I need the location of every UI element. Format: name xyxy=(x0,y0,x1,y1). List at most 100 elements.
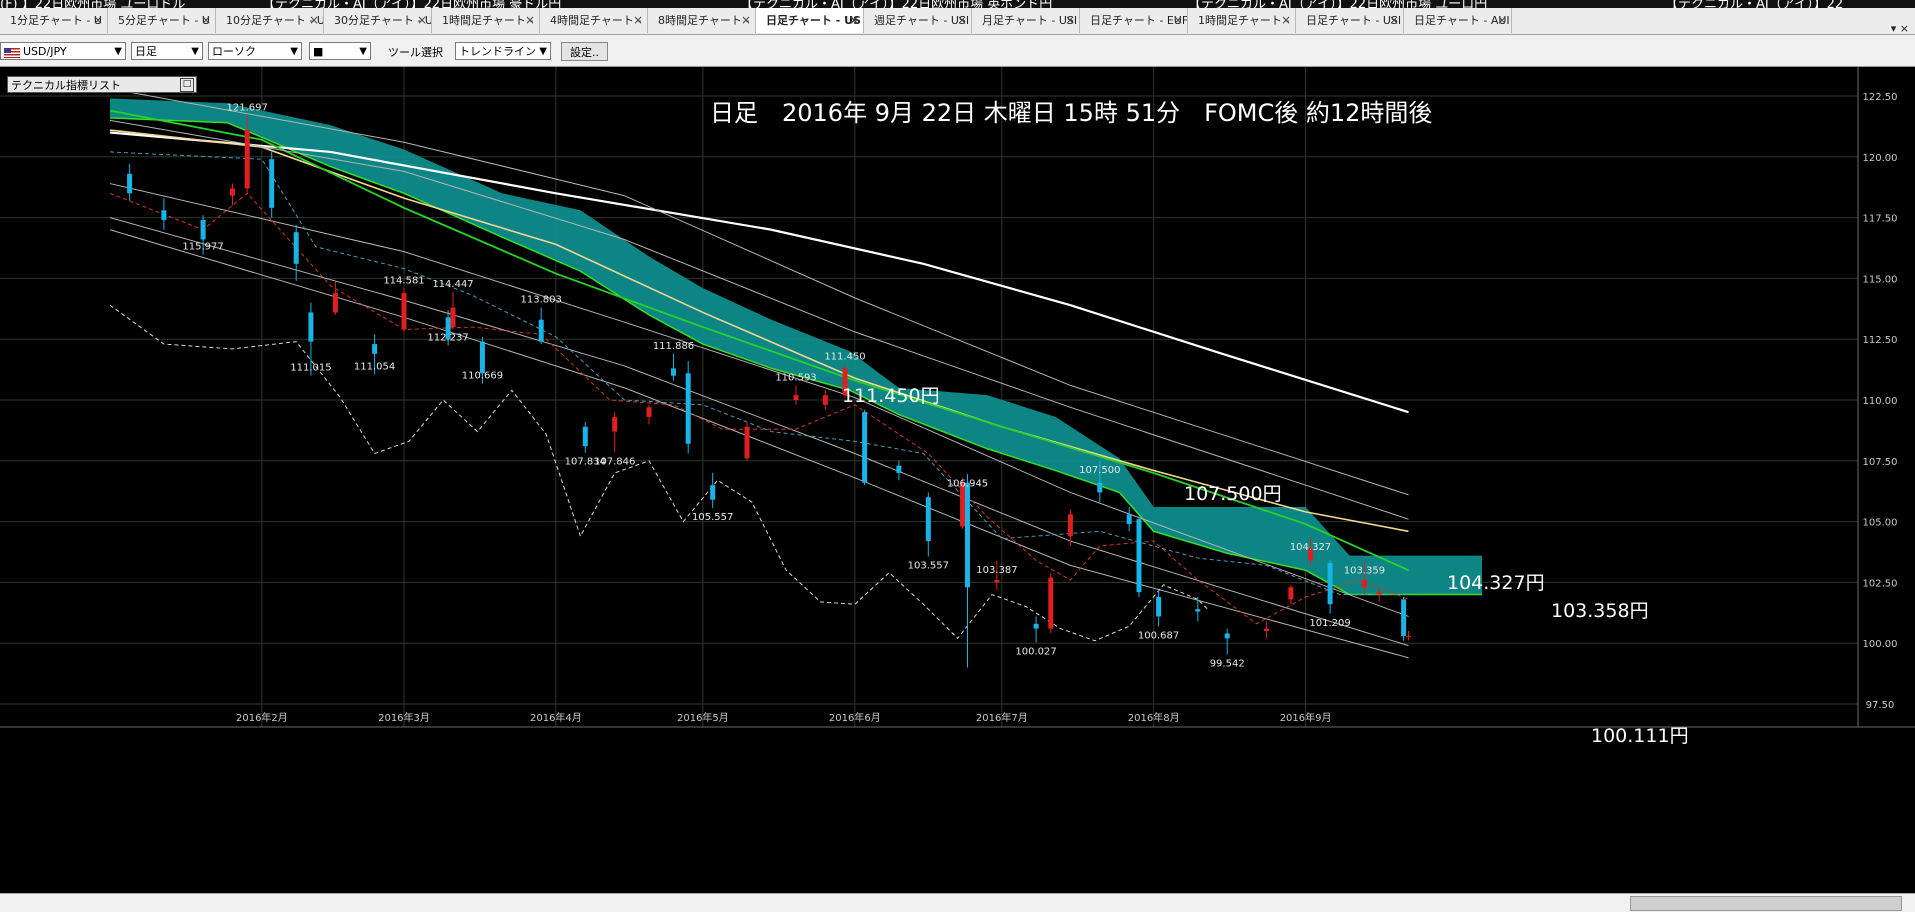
chart-type-select[interactable]: ローソク ▼ xyxy=(208,42,302,60)
price-label: 112.237 xyxy=(427,333,468,344)
horizontal-scrollbar[interactable] xyxy=(0,893,1915,912)
tab-close-icon[interactable]: × xyxy=(309,8,319,33)
tab-close-icon[interactable]: × xyxy=(201,8,211,33)
candle-body xyxy=(538,319,544,342)
candle-body xyxy=(1156,596,1162,617)
tab-label: 4時間足チャート - xyxy=(550,14,642,27)
tab-weekly[interactable]: 週足チャート - USI × xyxy=(864,8,972,33)
tab-close-icon[interactable]: × xyxy=(1173,8,1183,33)
x-tick-label: 2016年9月 xyxy=(1280,711,1332,724)
price-label: 113.803 xyxy=(521,295,562,306)
indicator-list-title: テクニカル指標リスト xyxy=(11,79,121,92)
tab-label: 1時間足チャート - xyxy=(442,14,534,27)
tab-close-icon[interactable]: × xyxy=(849,8,859,33)
tab-label: 日足チャート - USI xyxy=(1306,14,1402,27)
candle-body xyxy=(479,341,485,374)
candle-body xyxy=(1401,599,1407,636)
candle-body xyxy=(1195,609,1201,612)
x-tick-label: 2016年2月 xyxy=(236,711,288,724)
tab-label: 1時間足チャート - xyxy=(1198,14,1290,27)
price-annotation-111450: 111.450円 xyxy=(842,385,940,407)
scrollbar-thumb[interactable] xyxy=(1630,896,1902,911)
candle-body xyxy=(1097,482,1103,493)
tab-1hour-2[interactable]: 1時間足チャート - × xyxy=(1188,8,1296,33)
candle-body xyxy=(293,232,299,264)
tab-1min[interactable]: 1分足チャート - U × xyxy=(0,8,108,33)
y-tick-label: 120.00 xyxy=(1863,153,1898,164)
tab-close-icon[interactable]: × xyxy=(1065,8,1075,33)
candle-body xyxy=(1327,562,1333,605)
tab-30min[interactable]: 30分足チャート - U × xyxy=(324,8,432,33)
price-label: 100.687 xyxy=(1138,630,1179,641)
tab-close-icon[interactable]: × xyxy=(633,8,643,33)
tab-close-icon[interactable]: × xyxy=(1389,8,1399,33)
tab-close-icon[interactable]: × xyxy=(93,8,103,33)
price-annotation-107500: 107.500円 xyxy=(1184,483,1282,505)
us-flag-icon xyxy=(4,48,20,58)
indicator-list-panel[interactable]: テクニカル指標リスト □ xyxy=(7,76,197,93)
price-label: 121.697 xyxy=(227,103,268,114)
candle-body xyxy=(230,188,235,196)
ticker-item[interactable]: 【テクニカル・AI（アイ）】22日欧州市場 ユーロ円 xyxy=(1188,0,1487,8)
ichimoku-cloud xyxy=(110,98,1482,595)
price-label: 106.945 xyxy=(947,478,988,489)
price-label: 103.359 xyxy=(1344,566,1385,577)
ticker-item[interactable]: 【テクニカル・AI（アイ）】22 xyxy=(1665,0,1843,8)
ticker-item[interactable]: (F) 】22日欧州市場 ユーロドル xyxy=(0,0,185,8)
tab-close-icon[interactable]: × xyxy=(1281,8,1291,33)
y-tick-label: 112.50 xyxy=(1863,335,1898,346)
candle-body xyxy=(127,173,133,194)
tab-close-icon[interactable]: × xyxy=(525,8,535,33)
candle-body xyxy=(332,292,338,313)
price-label: 103.387 xyxy=(976,565,1017,576)
candle-body xyxy=(1288,587,1294,600)
color-select[interactable]: ■ ▼ xyxy=(309,42,371,60)
tab-1hour[interactable]: 1時間足チャート - × xyxy=(432,8,540,33)
chart-type-value: ローソク xyxy=(212,45,256,58)
candle-body xyxy=(200,220,206,240)
x-tick-label: 2016年4月 xyxy=(530,711,582,724)
symbol-select[interactable]: USD/JPY ▼ xyxy=(0,42,126,60)
candle-body xyxy=(161,210,167,221)
tab-close-icon[interactable]: × xyxy=(741,8,751,33)
tab-daily-usd-2[interactable]: 日足チャート - USI × xyxy=(1296,8,1404,33)
candle-body xyxy=(1361,579,1367,588)
price-label: 114.581 xyxy=(383,276,424,287)
price-label: 115.977 xyxy=(182,242,223,253)
ticker-item[interactable]: 【テクニカル・AI（アイ）】22日欧州市場 英ポンド円 xyxy=(740,0,1052,8)
candlestick-chart[interactable]: 122.50 120.00 117.50 115.00 112.50 110.00 107.… xyxy=(0,67,1915,893)
price-label: 110.669 xyxy=(462,371,503,382)
tab-daily-eur[interactable]: 日足チャート - EUF × xyxy=(1080,8,1188,33)
candle-body xyxy=(965,482,970,588)
candle-body xyxy=(1224,633,1230,639)
price-label: 111.015 xyxy=(290,362,331,373)
candle-body xyxy=(244,130,250,189)
candle-body xyxy=(862,412,868,483)
tab-daily-usdjpy[interactable]: 日足チャート - US × xyxy=(756,8,864,33)
tab-10min[interactable]: 10分足チャート - U × xyxy=(216,8,324,33)
settings-button[interactable]: 設定.. xyxy=(561,42,608,61)
tab-4hour[interactable]: 4時間足チャート - × xyxy=(540,8,648,33)
candle-body xyxy=(710,485,716,500)
price-label: 104.327 xyxy=(1290,542,1331,553)
tab-monthly[interactable]: 月足チャート - USI × xyxy=(972,8,1080,33)
tab-label: 日足チャート - US xyxy=(766,14,861,27)
tab-close-icon[interactable]: × xyxy=(417,8,427,33)
tool-value: トレンドライン xyxy=(459,45,536,58)
candle-body xyxy=(269,159,275,208)
timeframe-select[interactable]: 日足 ▼ xyxy=(131,42,203,60)
price-label: 107.846 xyxy=(594,456,635,467)
tab-close-icon[interactable]: × xyxy=(957,8,967,33)
candle-body xyxy=(1067,514,1073,537)
maximize-icon[interactable]: □ xyxy=(180,78,194,92)
tab-5min[interactable]: 5分足チャート - U × xyxy=(108,8,216,33)
tool-select[interactable]: トレンドライン ▼ xyxy=(455,42,551,60)
tab-close-icon[interactable]: × xyxy=(1497,8,1507,33)
candle-body xyxy=(612,417,618,432)
price-label: 111.054 xyxy=(354,361,395,372)
tab-8hour[interactable]: 8時間足チャート - × xyxy=(648,8,756,33)
tab-daily-aud[interactable]: 日足チャート - AUI × xyxy=(1404,8,1512,33)
candle-body xyxy=(372,344,378,354)
ticker-item[interactable]: 【テクニカル・AI（アイ）】22日欧州市場 豪ドル円 xyxy=(262,0,561,8)
y-tick-label: 100.00 xyxy=(1863,639,1898,650)
